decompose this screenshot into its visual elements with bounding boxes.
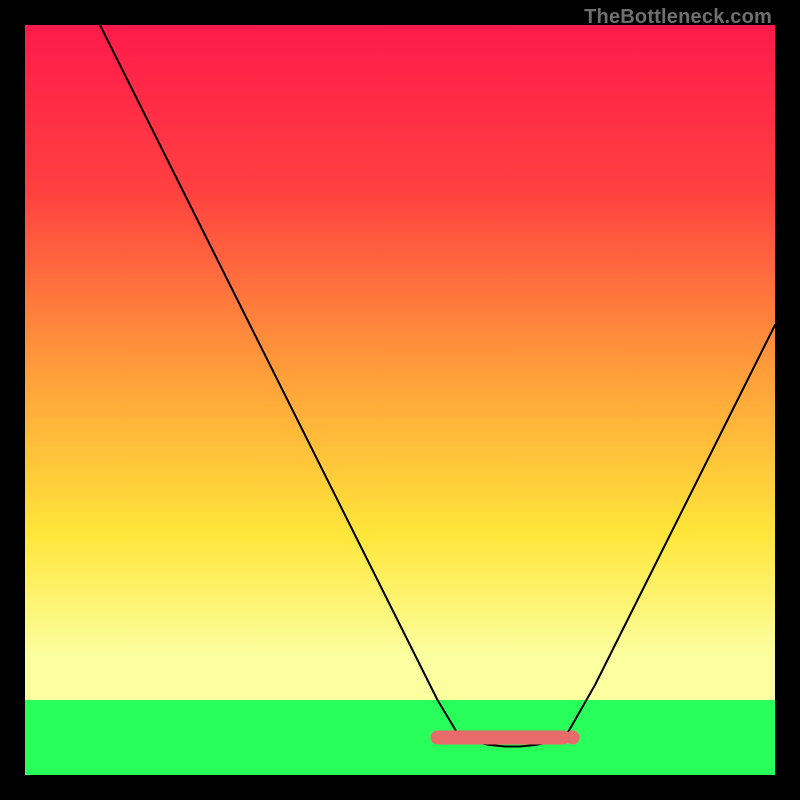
- plot-area: [25, 25, 775, 775]
- optimal-zone-end-dot: [566, 731, 580, 745]
- chart-stage: TheBottleneck.com: [0, 0, 800, 800]
- bottleneck-curve: [100, 25, 775, 747]
- curve-svg: [25, 25, 775, 775]
